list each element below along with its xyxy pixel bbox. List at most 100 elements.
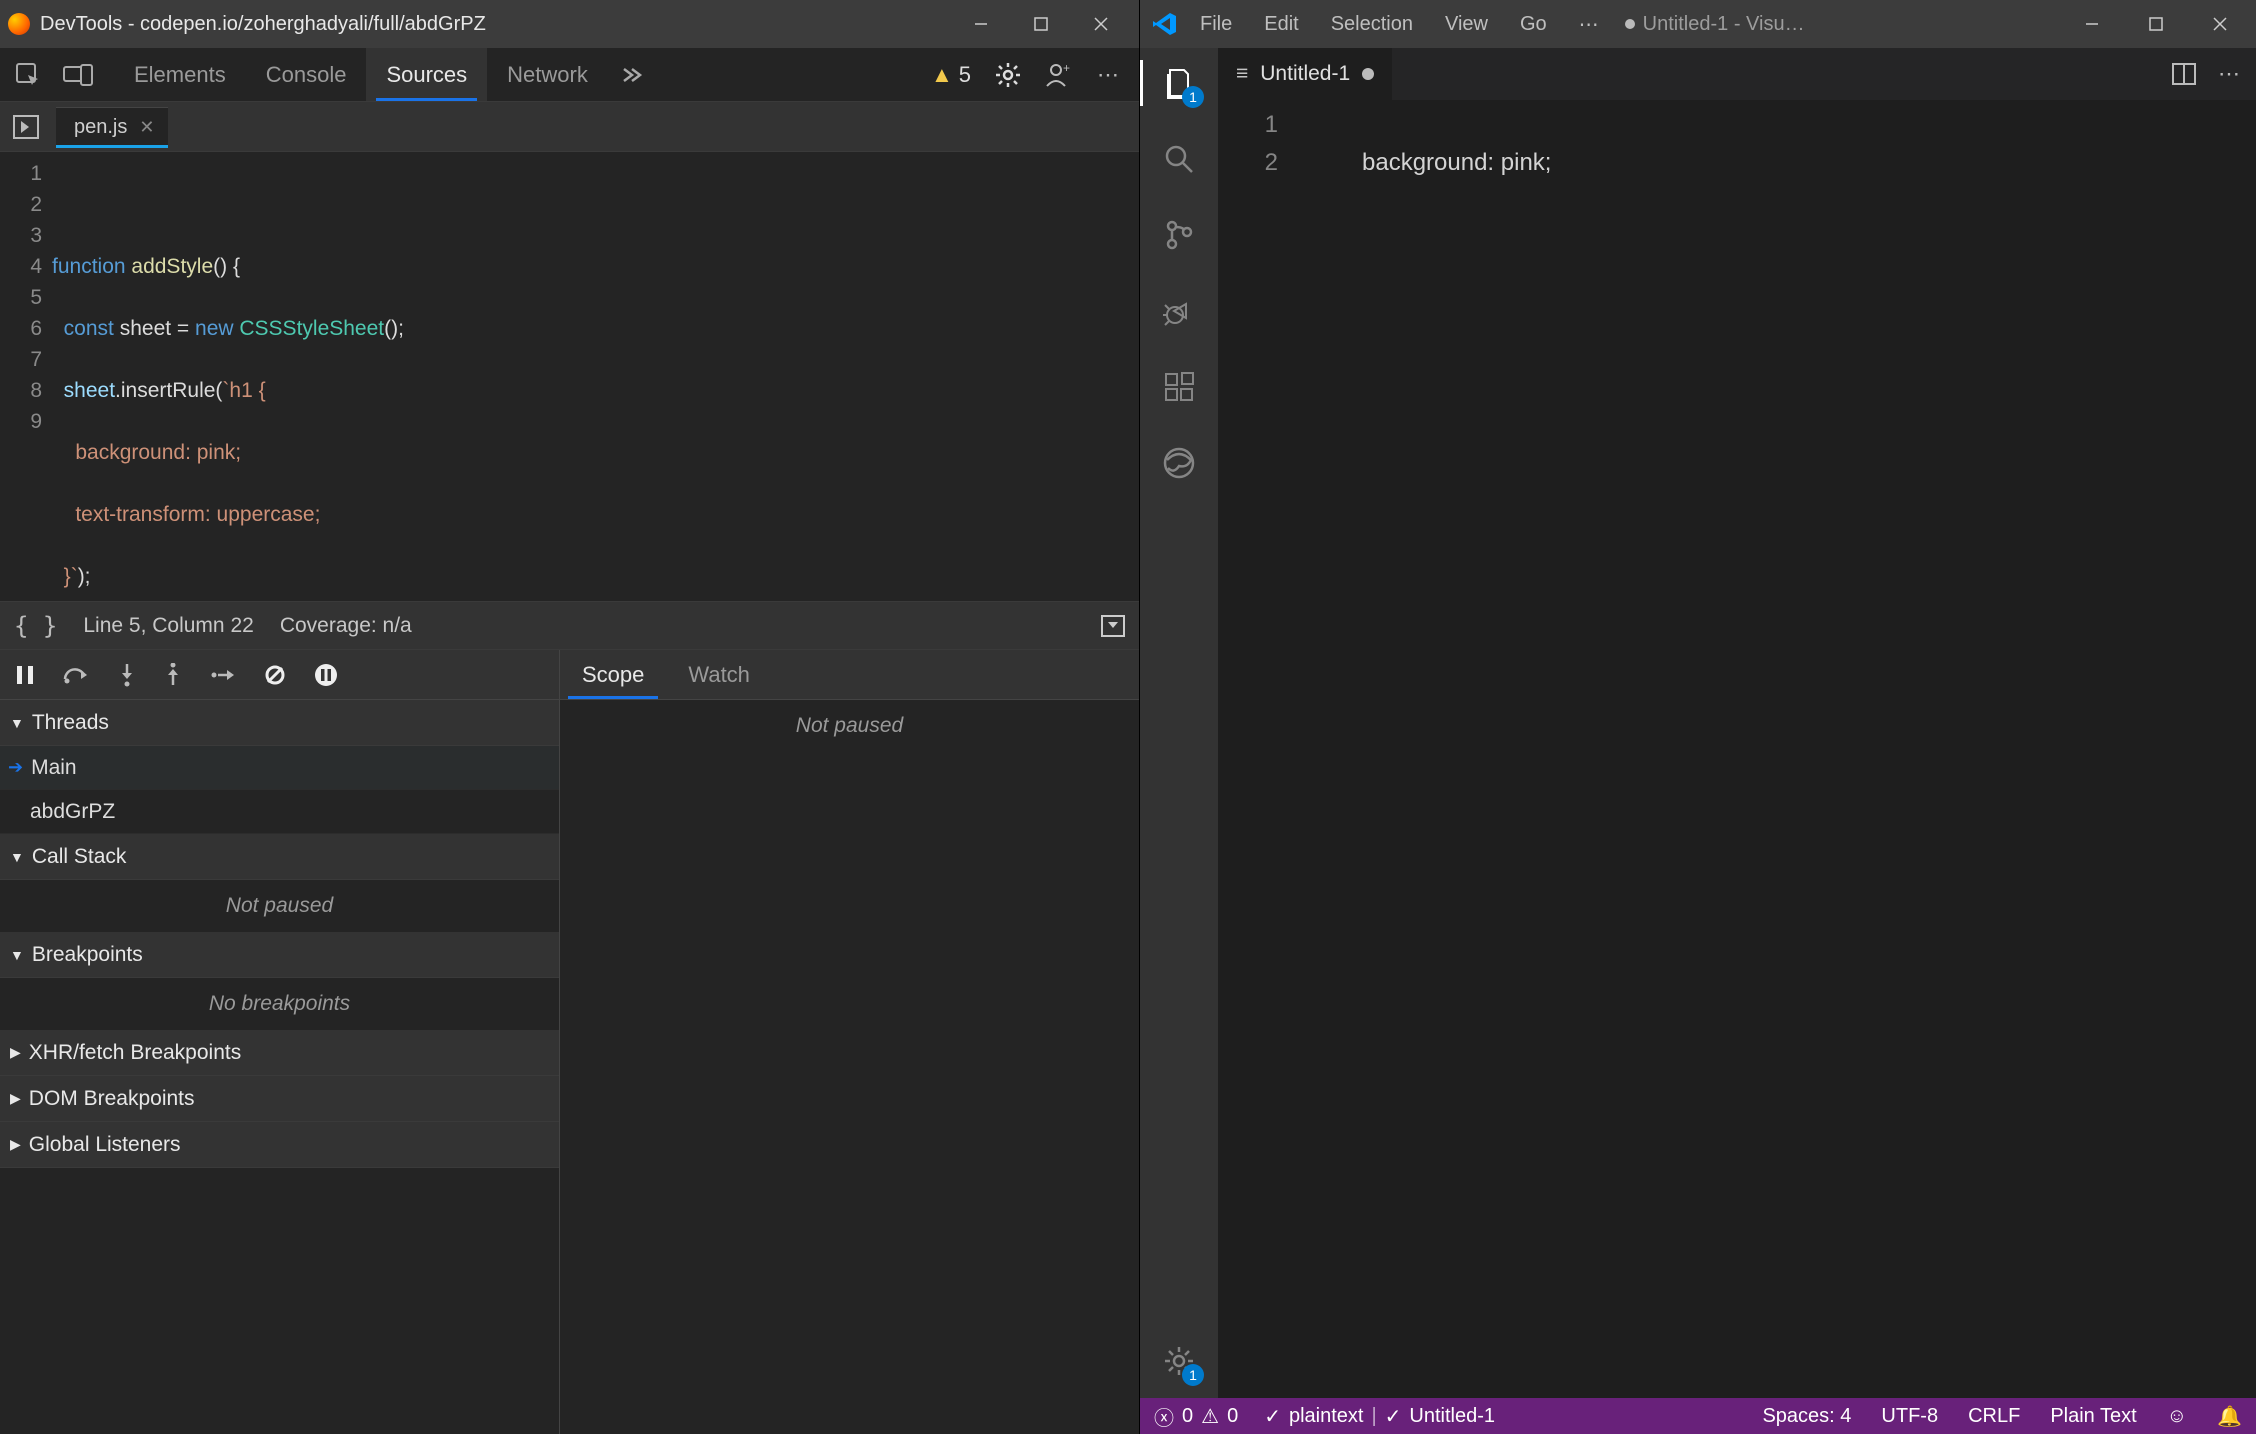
status-errors[interactable]: ⓧ0 ⚠0 [1154, 1402, 1238, 1431]
menu-selection[interactable]: Selection [1317, 7, 1427, 42]
tab-watch[interactable]: Watch [666, 650, 772, 699]
vs-line-gutter: 1 2 [1218, 100, 1296, 1398]
account-icon[interactable]: + [1045, 62, 1073, 88]
device-toolbar-icon[interactable] [62, 59, 94, 91]
notifications-icon[interactable]: 🔔 [2217, 1404, 2242, 1429]
close-icon [2213, 17, 2227, 31]
error-icon: ⓧ [1154, 1402, 1174, 1431]
step-into-icon[interactable] [118, 663, 136, 687]
tab-console[interactable]: Console [246, 48, 367, 101]
menu-view[interactable]: View [1431, 7, 1502, 42]
check-icon: ✓ [1264, 1404, 1281, 1429]
settings-gear-icon[interactable]: 1 [1158, 1340, 1200, 1382]
modified-dot-icon [1362, 68, 1374, 80]
global-listeners-header[interactable]: ▶Global Listeners [0, 1122, 559, 1168]
menu-overflow-icon[interactable]: ⋯ [1565, 6, 1613, 43]
caret-down-icon: ▼ [10, 715, 24, 731]
menu-edit[interactable]: Edit [1250, 7, 1312, 42]
close-button[interactable] [1071, 0, 1131, 48]
step-out-icon[interactable] [164, 663, 182, 687]
breakpoints-header[interactable]: ▼Breakpoints [0, 932, 559, 978]
editor-status-line: { } Line 5, Column 22 Coverage: n/a [0, 602, 1139, 650]
menu-file[interactable]: File [1186, 7, 1246, 42]
xhr-breakpoints-header[interactable]: ▶XHR/fetch Breakpoints [0, 1030, 559, 1076]
caret-down-icon: ▼ [10, 849, 24, 865]
settings-icon[interactable] [995, 62, 1021, 88]
maximize-icon [1034, 17, 1048, 31]
step-icon[interactable] [210, 666, 236, 684]
vscode-title: Untitled-1 - Visu… [1617, 13, 2058, 36]
source-editor[interactable]: 123456789 function addStyle() { const sh… [0, 152, 1139, 602]
tab-elements[interactable]: Elements [114, 48, 246, 101]
feedback-icon[interactable]: ☺ [2167, 1405, 2187, 1428]
vs-minimize-button[interactable] [2062, 0, 2122, 48]
dirty-dot-icon [1625, 19, 1635, 29]
inspect-element-icon[interactable] [12, 59, 44, 91]
warnings-count: 5 [959, 62, 971, 88]
editor-tab-untitled-1[interactable]: ≡ Untitled-1 [1218, 48, 1393, 100]
step-over-icon[interactable] [62, 665, 90, 685]
file-tab-bar: pen.js ✕ [0, 102, 1139, 152]
thread-worker[interactable]: abdGrPZ [0, 790, 559, 834]
devtools-titlebar[interactable]: DevTools - codepen.io/zoherghadyali/full… [0, 0, 1139, 48]
toggle-navigator-icon[interactable] [4, 115, 48, 139]
more-icon[interactable]: ⋯ [1097, 62, 1121, 88]
pause-on-exceptions-icon[interactable] [314, 663, 338, 687]
source-control-icon[interactable] [1158, 214, 1200, 256]
extensions-icon[interactable] [1158, 366, 1200, 408]
status-eol[interactable]: CRLF [1968, 1405, 2020, 1428]
dom-breakpoints-header[interactable]: ▶DOM Breakpoints [0, 1076, 559, 1122]
pretty-print-icon[interactable]: { } [14, 612, 57, 640]
editor-more-icon[interactable]: ⋯ [2218, 61, 2240, 87]
callstack-header[interactable]: ▼Call Stack [0, 834, 559, 880]
tab-sources[interactable]: Sources [366, 48, 487, 101]
status-language[interactable]: Plain Text [2050, 1405, 2136, 1428]
caret-right-icon: ▶ [10, 1136, 21, 1153]
warnings-badge[interactable]: ▲ 5 [931, 62, 971, 88]
vscode-window: File Edit Selection View Go ⋯ Untitled-1… [1140, 0, 2256, 1434]
menu-go[interactable]: Go [1506, 7, 1561, 42]
tab-scope[interactable]: Scope [560, 650, 666, 699]
cursor-position: Line 5, Column 22 [83, 614, 253, 638]
edge-tools-icon[interactable] [1158, 442, 1200, 484]
scope-panel: Not paused [560, 700, 1139, 1434]
deactivate-breakpoints-icon[interactable] [264, 664, 286, 686]
warning-icon: ⚠ [1201, 1404, 1219, 1429]
status-encoding[interactable]: UTF-8 [1881, 1405, 1938, 1428]
threads-header[interactable]: ▼Threads [0, 700, 559, 746]
tab-overflow-icon[interactable] [608, 48, 656, 101]
vs-close-button[interactable] [2190, 0, 2250, 48]
vs-maximize-button[interactable] [2126, 0, 2186, 48]
breakpoints-empty: No breakpoints [0, 978, 559, 1030]
code-content[interactable]: function addStyle() { const sheet = new … [52, 152, 1139, 601]
pause-icon[interactable] [16, 665, 34, 685]
svg-text:+: + [1063, 62, 1070, 75]
explorer-badge: 1 [1182, 86, 1204, 108]
maximize-button[interactable] [1011, 0, 1071, 48]
debugger-controls [0, 650, 560, 699]
vscode-logo-icon [1146, 11, 1182, 37]
coverage-status: Coverage: n/a [280, 614, 412, 638]
search-icon[interactable] [1158, 138, 1200, 180]
thread-main[interactable]: ➔Main [0, 746, 559, 790]
minimize-button[interactable] [951, 0, 1011, 48]
vscode-titlebar[interactable]: File Edit Selection View Go ⋯ Untitled-1… [1140, 0, 2256, 48]
debugger-row: Scope Watch [0, 650, 1139, 700]
close-file-icon[interactable]: ✕ [139, 117, 154, 138]
split-editor-icon[interactable] [2172, 63, 2196, 85]
explorer-icon[interactable]: 1 [1158, 62, 1200, 104]
activity-bar: 1 1 [1140, 48, 1218, 1398]
devtools-logo-icon [8, 13, 30, 35]
maximize-icon [2149, 17, 2163, 31]
vs-code-content[interactable]: background: pink; [1296, 100, 2256, 1398]
status-plaintext[interactable]: ✓plaintext | ✓Untitled-1 [1264, 1404, 1495, 1429]
status-spaces[interactable]: Spaces: 4 [1762, 1405, 1851, 1428]
toggle-drawer-icon[interactable] [1101, 615, 1125, 637]
file-tab-pen-js[interactable]: pen.js ✕ [56, 107, 168, 147]
file-tab-label: pen.js [74, 116, 127, 139]
vscode-editor[interactable]: 1 2 background: pink; [1218, 100, 2256, 1398]
tab-network[interactable]: Network [487, 48, 608, 101]
debug-icon[interactable] [1158, 290, 1200, 332]
vscode-statusbar: ⓧ0 ⚠0 ✓plaintext | ✓Untitled-1 Spaces: 4… [1140, 1398, 2256, 1434]
devtools-title: DevTools - codepen.io/zoherghadyali/full… [40, 13, 951, 36]
